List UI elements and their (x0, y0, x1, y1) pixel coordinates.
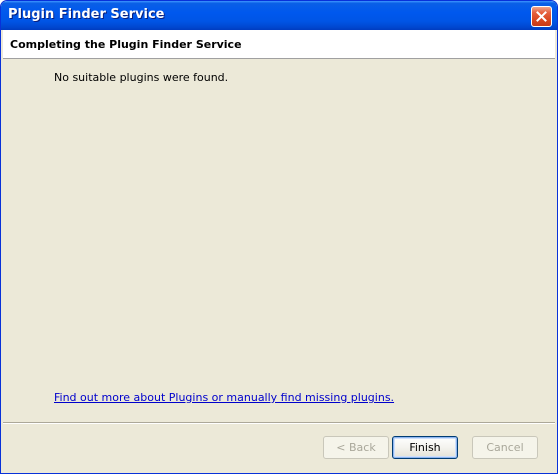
finish-button[interactable]: Finish (392, 436, 458, 459)
footer-separator (3, 422, 555, 424)
back-button[interactable]: < Back (323, 436, 389, 459)
wizard-content: No suitable plugins were found. Find out… (3, 59, 555, 421)
result-message: No suitable plugins were found. (54, 71, 229, 84)
close-button[interactable] (531, 6, 552, 27)
find-plugins-link[interactable]: Find out more about Plugins or manually … (54, 391, 394, 404)
cancel-button[interactable]: Cancel (472, 436, 538, 459)
plugin-finder-dialog: Plugin Finder Service Completing the Plu… (0, 0, 558, 474)
wizard-page-title: Completing the Plugin Finder Service (10, 38, 242, 51)
close-x-icon (536, 11, 547, 22)
title-bar[interactable]: Plugin Finder Service (1, 1, 557, 30)
window-title: Plugin Finder Service (8, 7, 165, 22)
wizard-header: Completing the Plugin Finder Service (3, 30, 555, 59)
